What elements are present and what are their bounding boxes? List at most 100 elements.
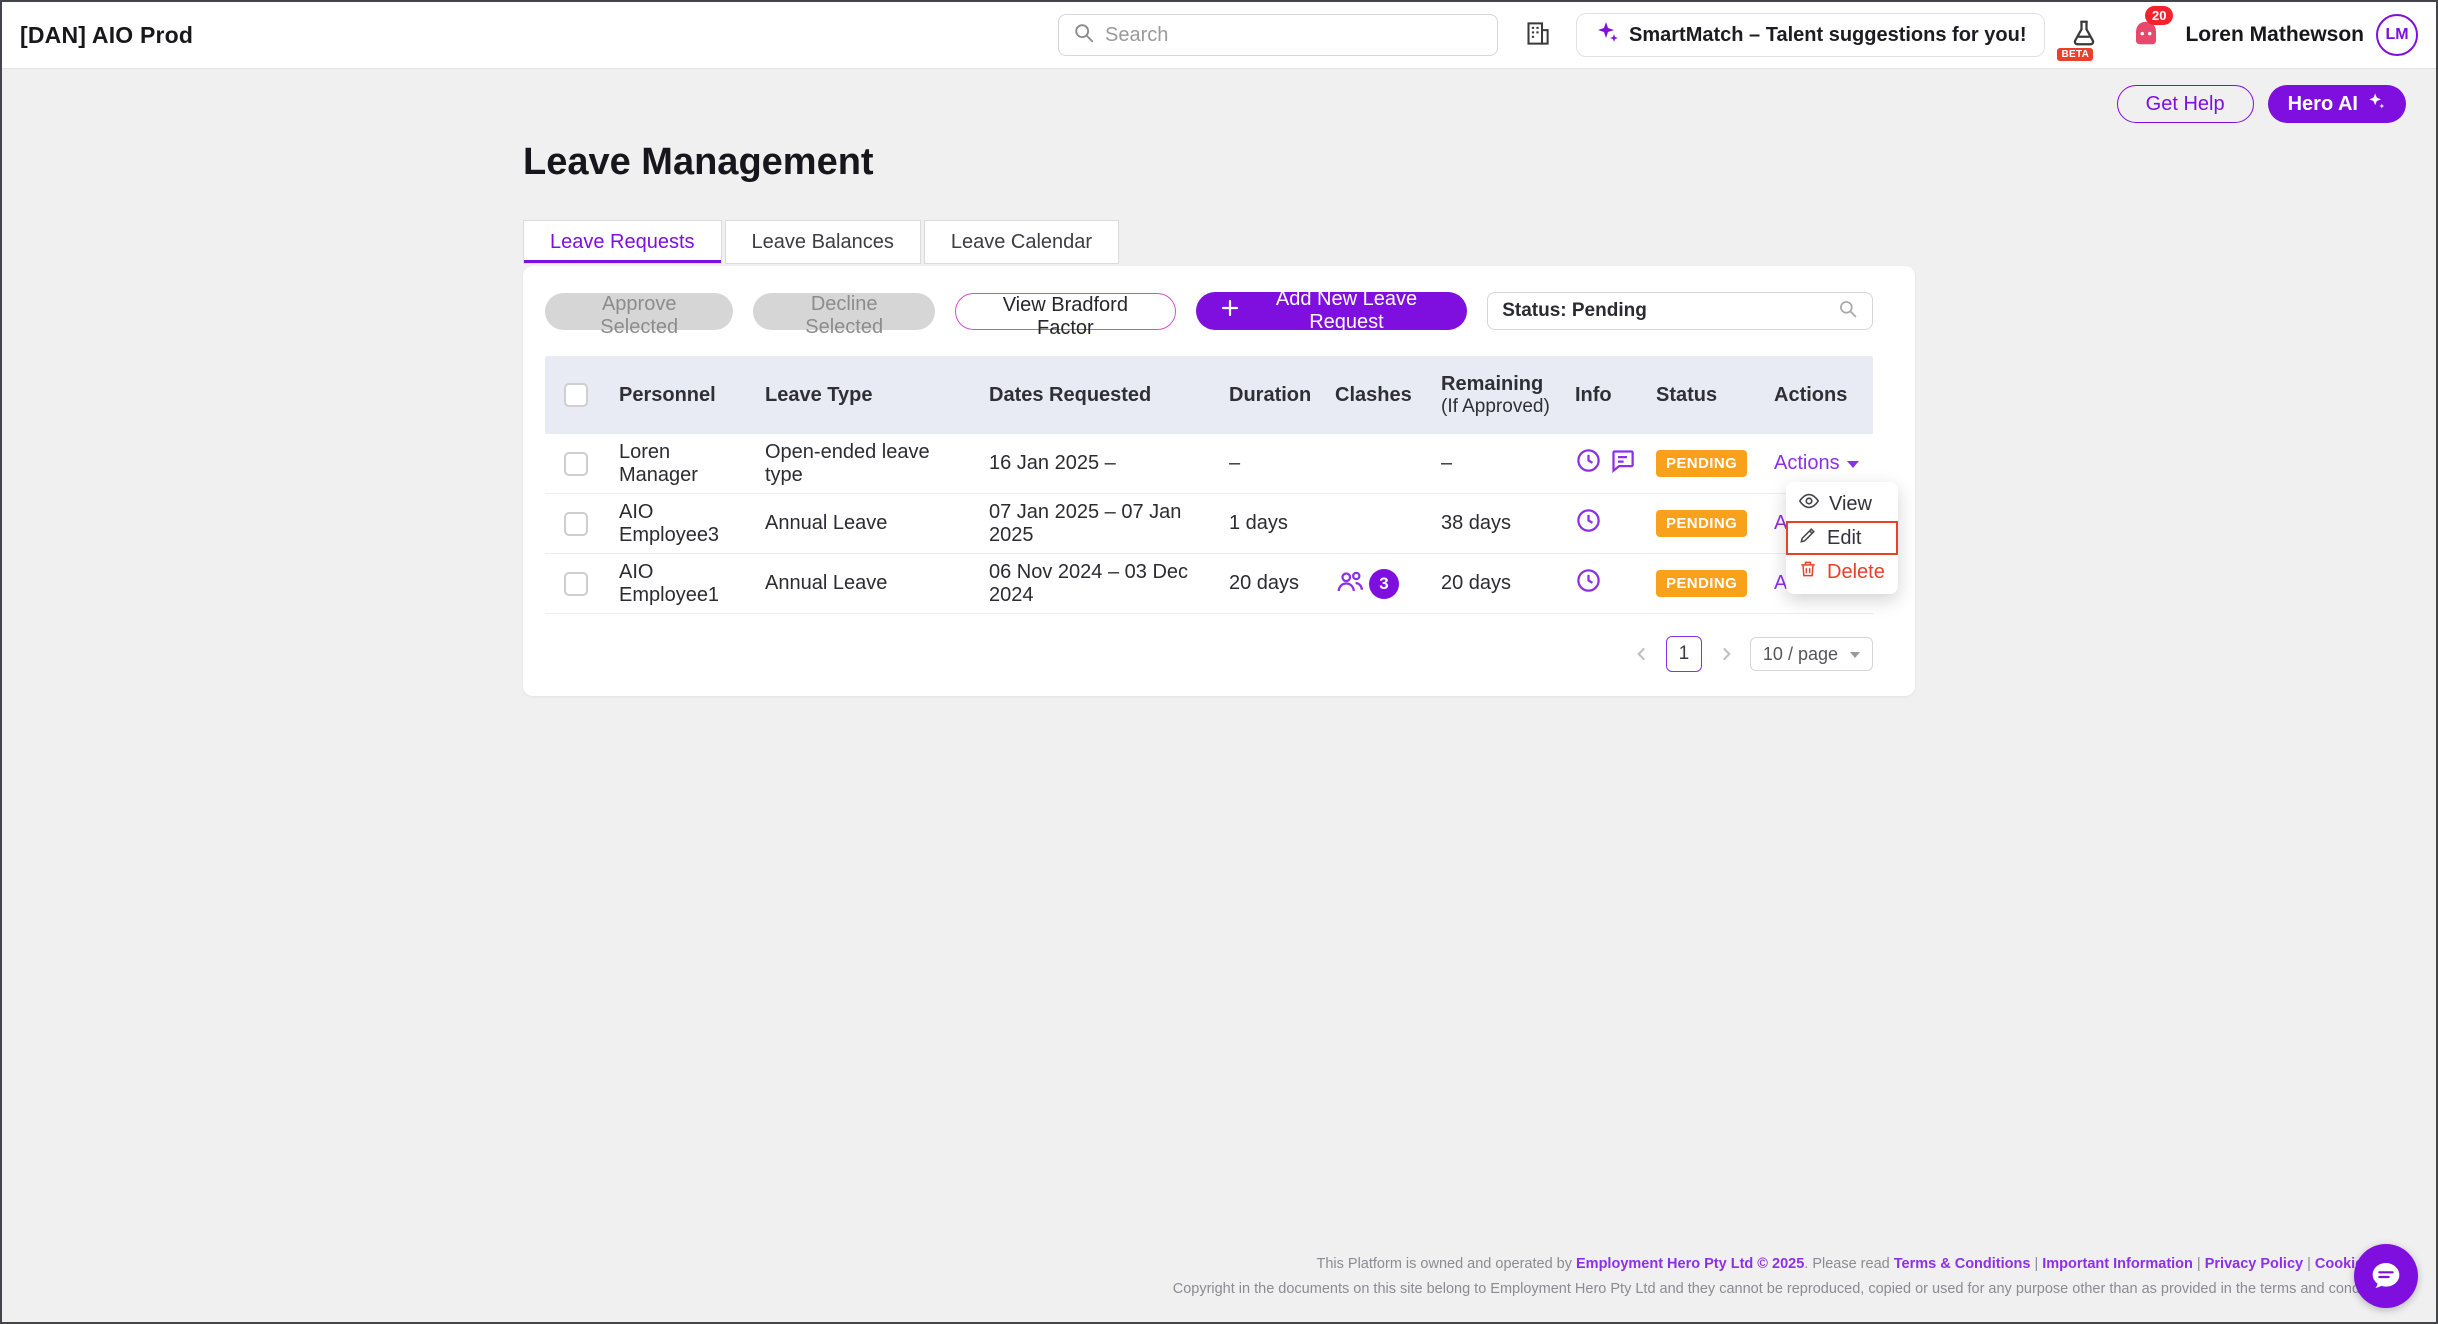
row-checkbox[interactable] [564,572,588,596]
labs-button[interactable]: BETA [2061,12,2107,58]
cell-duration: 20 days [1217,572,1323,595]
next-page-button[interactable] [1716,644,1736,664]
cell-leave-type: Annual Leave [753,572,977,595]
topbar: [DAN] AIO Prod SmartMatch – Talent sugge… [2,2,2436,69]
cell-remaining: – [1429,452,1563,475]
main-content: Leave Management Leave Requests Leave Ba… [523,141,1915,696]
cell-dates: 16 Jan 2025 – [977,452,1217,475]
approve-selected-button[interactable]: Approve Selected [545,293,733,330]
cell-dates: 07 Jan 2025 – 07 Jan 2025 [977,501,1217,547]
cell-dates: 06 Nov 2024 – 03 Dec 2024 [977,561,1217,607]
cell-remaining: 38 days [1429,512,1563,535]
chat-widget-button[interactable] [2354,1244,2418,1308]
help-row: Get Help Hero AI [2,69,2436,123]
leave-requests-card: Approve Selected Decline Selected View B… [523,266,1915,696]
col-remaining: Remaining (If Approved) [1429,373,1563,418]
menu-item-edit[interactable]: Edit [1786,521,1898,555]
cell-personnel: AIO Employee3 [607,501,753,547]
leave-requests-table: Personnel Leave Type Dates Requested Dur… [545,356,1873,614]
row-checkbox[interactable] [564,512,588,536]
table-body: Loren Manager Open-ended leave type 16 J… [545,434,1873,614]
actions-dropdown-menu: View Edit Delete [1786,482,1898,594]
user-menu[interactable]: Loren Mathewson LM [2185,14,2418,56]
col-status: Status [1644,384,1762,407]
cell-duration: 1 days [1217,512,1323,535]
footer-line-1: This Platform is owned and operated by E… [710,1252,2410,1277]
clash-count-badge[interactable]: 3 [1369,569,1399,599]
menu-item-delete[interactable]: Delete [1786,555,1898,589]
tab-leave-calendar[interactable]: Leave Calendar [924,220,1119,264]
page-number-button[interactable]: 1 [1666,636,1702,672]
comment-icon[interactable] [1609,447,1636,480]
status-badge: PENDING [1656,570,1747,597]
footer-link-important-information[interactable]: Important Information [2042,1256,2193,1272]
decline-selected-button[interactable]: Decline Selected [753,293,935,330]
clock-icon[interactable] [1575,507,1602,540]
chat-bubble-icon [2370,1259,2402,1294]
page-size-select[interactable]: 10 / page [1750,637,1873,671]
avatar: LM [2376,14,2418,56]
col-info: Info [1563,384,1644,407]
cell-leave-type: Open-ended leave type [753,441,977,487]
table-header-row: Personnel Leave Type Dates Requested Dur… [545,356,1873,434]
smartmatch-button[interactable]: SmartMatch – Talent suggestions for you! [1576,13,2045,57]
hero-ai-button[interactable]: Hero AI [2268,85,2406,123]
get-help-button[interactable]: Get Help [2117,85,2254,123]
tab-leave-balances[interactable]: Leave Balances [725,220,921,264]
clock-icon[interactable] [1575,447,1602,480]
pencil-icon [1798,525,1818,551]
cell-status: PENDING [1644,510,1762,537]
footer: This Platform is owned and operated by E… [710,1252,2410,1302]
plus-icon [1220,298,1240,324]
app-window: [DAN] AIO Prod SmartMatch – Talent sugge… [0,0,2438,1324]
notification-count-badge: 20 [2145,6,2173,25]
cell-clashes: 3 [1323,566,1429,602]
row-checkbox[interactable] [564,452,588,476]
trash-icon [1798,559,1818,585]
cell-info [1563,507,1644,540]
pagination: 1 10 / page [545,636,1873,672]
status-badge: PENDING [1656,450,1747,477]
menu-item-view[interactable]: View [1786,487,1898,521]
caret-down-icon [1850,652,1860,658]
organisation-button[interactable] [1514,13,1560,57]
footer-line-2: Copyright in the documents on this site … [710,1277,2410,1302]
eye-icon [1798,490,1820,518]
caret-down-icon [1847,461,1859,468]
beta-badge: BETA [2057,48,2093,61]
people-icon [1335,566,1365,602]
search-icon [1073,22,1095,49]
select-all-checkbox[interactable] [564,383,588,407]
status-filter-input[interactable]: Status: Pending [1487,292,1873,330]
page-size-value: 10 / page [1763,644,1838,665]
col-duration: Duration [1217,384,1323,407]
user-name: Loren Mathewson [2185,23,2364,47]
cell-status: PENDING [1644,570,1762,597]
toolbar: Approve Selected Decline Selected View B… [545,292,1873,330]
global-search[interactable] [1058,14,1498,56]
table-row: AIO Employee3 Annual Leave 07 Jan 2025 –… [545,494,1873,554]
prev-page-button[interactable] [1632,644,1652,664]
add-new-leave-request-label: Add New Leave Request [1250,288,1443,334]
clock-icon[interactable] [1575,567,1602,600]
search-input[interactable] [1105,24,1483,47]
add-new-leave-request-button[interactable]: Add New Leave Request [1196,292,1467,330]
sparkle-icon [2366,91,2386,117]
table-row: AIO Employee1 Annual Leave 06 Nov 2024 –… [545,554,1873,614]
cell-actions: Actions [1762,452,1873,475]
footer-link-company[interactable]: Employment Hero Pty Ltd © 2025 [1576,1256,1804,1272]
footer-link-terms[interactable]: Terms & Conditions [1894,1256,2031,1272]
view-bradford-factor-button[interactable]: View Bradford Factor [955,293,1176,330]
footer-link-privacy[interactable]: Privacy Policy [2205,1256,2303,1272]
notifications-button[interactable]: 20 [2123,12,2169,58]
cell-leave-type: Annual Leave [753,512,977,535]
col-leave-type: Leave Type [753,384,977,407]
tab-leave-requests[interactable]: Leave Requests [523,220,722,264]
actions-dropdown-trigger[interactable]: Actions [1774,452,1859,475]
col-actions: Actions [1762,384,1873,407]
status-filter-value: Status: Pending [1502,300,1838,322]
org-icon [1524,20,1551,50]
cell-remaining: 20 days [1429,572,1563,595]
col-dates-requested: Dates Requested [977,384,1217,407]
table-row: Loren Manager Open-ended leave type 16 J… [545,434,1873,494]
